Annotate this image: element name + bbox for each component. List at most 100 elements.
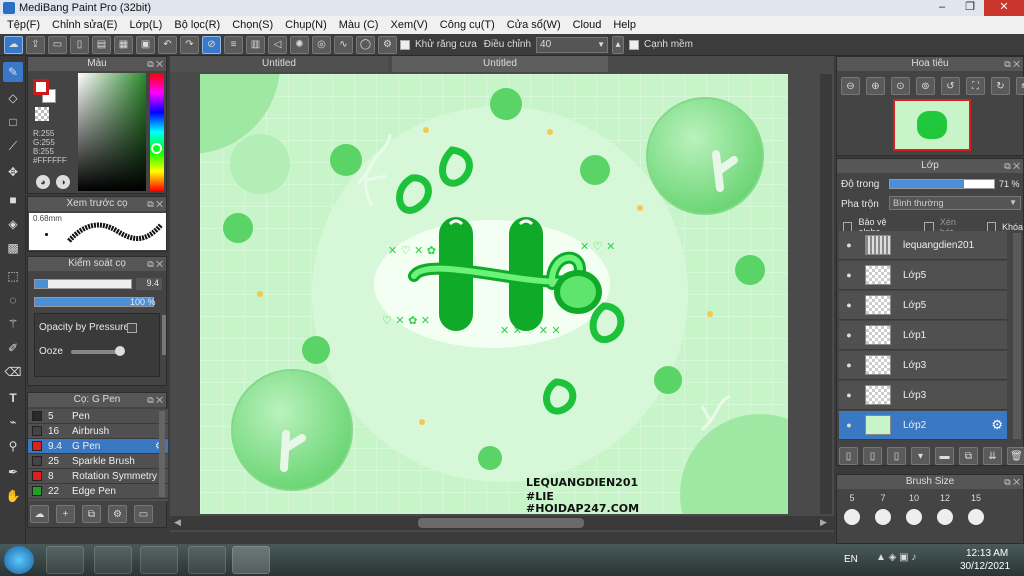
circle-snap-icon[interactable]: ◎ [312, 35, 331, 54]
layer-row[interactable]: ● Lớp5 [839, 261, 1007, 290]
panel-popout-icon[interactable]: ⧉ ✕ [147, 257, 163, 271]
layer-row[interactable]: ● Lớp5 [839, 291, 1007, 320]
brush-size-option[interactable]: 5 [841, 493, 863, 525]
new-folder-icon[interactable]: ▬ [935, 447, 954, 465]
gear-icon[interactable]: ⚙ [991, 417, 1003, 433]
layer-row[interactable]: ● Lớp3 [839, 381, 1007, 410]
rect-tool-icon[interactable]: ■ [3, 190, 23, 210]
panel-popout-icon[interactable]: ⧉ ✕ [1004, 159, 1020, 173]
menu-layer[interactable]: Lớp(L) [125, 19, 170, 31]
maximize-button[interactable]: ❐ [956, 0, 984, 16]
hand-tool-icon[interactable]: ✋ [3, 486, 23, 506]
merge-layer-icon[interactable]: ⇊ [983, 447, 1002, 465]
panel-popout-icon[interactable]: ⧉ ✕ [1004, 57, 1020, 71]
cross-snap-icon[interactable]: ▥ [246, 35, 265, 54]
antialias-checkbox[interactable] [400, 39, 410, 50]
brush-list-item[interactable]: 5 Pen [28, 409, 168, 424]
brush-settings-icon[interactable]: ⚙ [108, 505, 127, 523]
tab-untitled-1[interactable]: Untitled [170, 56, 388, 72]
scroll-right-icon[interactable]: ▶ [820, 517, 827, 528]
panel-popout-icon[interactable]: ⧉ ✕ [1004, 475, 1020, 489]
select-rect-icon[interactable]: ⬚ [3, 266, 23, 286]
eraser-tool-icon[interactable]: ◇ [3, 88, 23, 108]
flip-icon[interactable]: ⇋ [1016, 77, 1024, 95]
minimize-button[interactable]: – [928, 0, 956, 16]
brush-list-item[interactable]: 9.4G Pen⚙ [28, 439, 168, 454]
horizontal-scroll-thumb[interactable] [418, 518, 584, 528]
visibility-eye-icon[interactable]: ● [839, 270, 859, 280]
blend-mode-select[interactable]: Bình thường ▼ [889, 196, 1021, 210]
folder-icon[interactable] [188, 546, 226, 574]
snap-off-icon[interactable]: ⊘ [202, 35, 221, 54]
settings-icon[interactable]: ⚙ [378, 35, 397, 54]
redo-icon[interactable]: ↷ [180, 35, 199, 54]
layer-opacity-slider[interactable] [889, 179, 995, 189]
menu-view[interactable]: Xem(V) [386, 19, 435, 31]
menu-window[interactable]: Cửa sổ(W) [503, 19, 569, 31]
dot-tool-icon[interactable]: □ [3, 112, 23, 132]
frame-icon[interactable]: ▣ [136, 35, 155, 54]
visibility-eye-icon[interactable]: ● [839, 360, 859, 370]
chrome-icon[interactable] [140, 546, 178, 574]
close-button[interactable]: ✕ [984, 0, 1024, 16]
tray-icons[interactable]: ▲ ◈ ▣ ♪ [876, 552, 936, 568]
soft-edge-checkbox[interactable] [629, 39, 640, 50]
brush-list-item[interactable]: 15Watercolor (Wet) [28, 499, 168, 501]
file-icon[interactable]: ▯ [70, 35, 89, 54]
radial-snap-icon[interactable]: ✺ [290, 35, 309, 54]
brush-add-icon[interactable]: + [56, 505, 75, 523]
brush-tool-icon[interactable]: ✎ [3, 62, 23, 82]
visibility-eye-icon[interactable]: ● [839, 300, 859, 310]
ooze-handle[interactable] [115, 346, 125, 356]
grid-icon[interactable]: ▦ [114, 35, 133, 54]
upload-icon[interactable]: ⇪ [26, 35, 45, 54]
medibang-taskbar-icon[interactable] [232, 546, 270, 574]
layer-row[interactable]: ● Lớp2 ⚙ [839, 411, 1007, 440]
spinner-icon[interactable]: ▴ [612, 35, 625, 54]
tab-untitled-2[interactable]: Untitled [392, 56, 608, 72]
select-eraser-icon[interactable]: ⌫ [3, 362, 23, 382]
text-tool-icon[interactable]: T [3, 388, 23, 408]
cloud-icon[interactable]: ☁ [4, 35, 23, 54]
transparent-swatch[interactable] [35, 107, 49, 121]
adjust-select[interactable]: 40 ▼ [536, 36, 609, 53]
menu-snap[interactable]: Chụp(N) [281, 19, 335, 31]
canvas-vertical-scrollbar[interactable] [820, 74, 832, 514]
magic-wand-icon[interactable]: ⚚ [3, 314, 23, 334]
comment-icon[interactable]: ▭ [48, 35, 67, 54]
fill-tool-icon[interactable]: ◈ [3, 214, 23, 234]
layers-scrollbar[interactable] [1013, 233, 1021, 439]
ooze-slider[interactable] [71, 350, 119, 354]
brush-size-option[interactable]: 15 [965, 493, 987, 525]
scroll-left-icon[interactable]: ◀ [174, 517, 181, 528]
layer-row[interactable]: ● Lớp1 [839, 321, 1007, 350]
gradient-tool-icon[interactable]: ▩ [3, 238, 23, 258]
layer-row[interactable]: ● lequangdien201 [839, 231, 1007, 260]
pen-tool-icon[interactable]: ✒ [3, 462, 23, 482]
rotate-right-icon[interactable]: ↻ [991, 77, 1010, 95]
brush-cloud-icon[interactable]: ☁ [30, 505, 49, 523]
panel-popout-icon[interactable]: ⧉ ✕ [147, 57, 163, 71]
eyedropper-icon[interactable]: ⚲ [3, 436, 23, 456]
size-value[interactable]: 9.4 [136, 278, 162, 290]
menu-cloud[interactable]: Cloud [569, 19, 610, 31]
clock-time[interactable]: 12:13 AM [966, 548, 1008, 559]
new-layer-icon[interactable]: ▯ [839, 447, 858, 465]
panel-popout-icon[interactable]: ⧉ ✕ [147, 197, 163, 211]
menu-help[interactable]: Help [609, 19, 644, 31]
menu-tools[interactable]: Công cụ(T) [436, 19, 503, 31]
layer-row[interactable]: ● Lớp3 [839, 351, 1007, 380]
app-2-icon[interactable] [94, 546, 132, 574]
parallel-snap-icon[interactable]: ≡ [224, 35, 243, 54]
vanishing-point-icon[interactable]: ◁ [268, 35, 287, 54]
zoom-out-icon[interactable]: ⊖ [841, 77, 860, 95]
brush-size-option[interactable]: 12 [934, 493, 956, 525]
brush-size-option[interactable]: 10 [903, 493, 925, 525]
hue-slider[interactable] [150, 73, 164, 191]
new-layer-1bit-icon[interactable]: ▯ [887, 447, 906, 465]
menu-file[interactable]: Tệp(F) [3, 19, 48, 31]
visibility-eye-icon[interactable]: ● [839, 390, 859, 400]
brush-delete-icon[interactable]: ▭ [134, 505, 153, 523]
opacity-pressure-checkbox[interactable] [127, 323, 137, 333]
menu-color[interactable]: Màu (C) [335, 19, 387, 31]
